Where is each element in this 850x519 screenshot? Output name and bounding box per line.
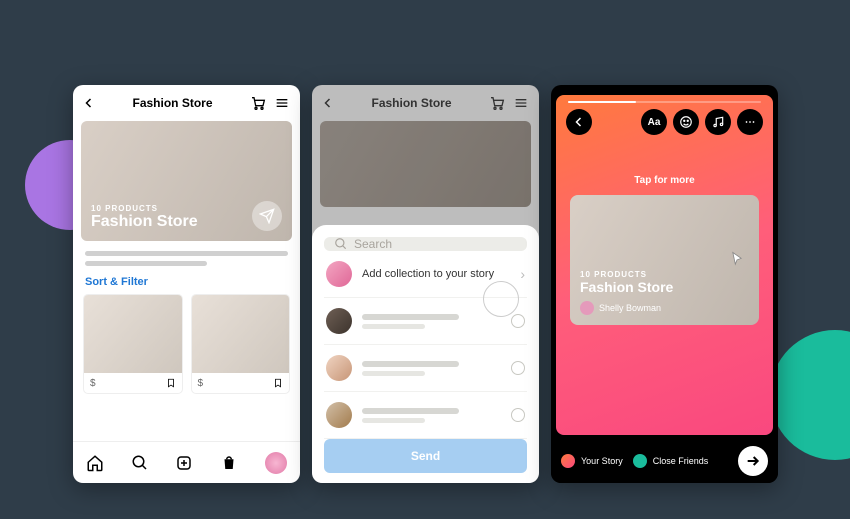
home-icon[interactable] <box>86 454 104 472</box>
product-card[interactable]: $ <box>83 294 183 394</box>
story-bottom-bar: Your Story Close Friends <box>551 439 778 483</box>
text-tool-icon[interactable]: Aa <box>641 109 667 135</box>
your-story-button[interactable]: Your Story <box>561 454 623 468</box>
story-progress-bar <box>568 101 761 103</box>
sticker-icon[interactable] <box>673 109 699 135</box>
product-card[interactable]: $ <box>191 294 291 394</box>
author-name: Shelly Bowman <box>599 303 661 313</box>
chevron-right-icon: › <box>520 266 525 282</box>
cursor-icon <box>727 250 747 270</box>
price-label: $ <box>198 378 204 389</box>
select-radio[interactable] <box>511 361 525 375</box>
more-icon[interactable] <box>737 109 763 135</box>
collection-hero[interactable]: 10 PRODUCTS Fashion Store <box>81 121 292 241</box>
recipient-name-placeholder <box>362 314 501 329</box>
search-placeholder: Search <box>354 237 392 251</box>
bookmark-icon[interactable] <box>166 377 176 389</box>
select-radio[interactable] <box>511 314 525 328</box>
bookmark-icon[interactable] <box>273 377 283 389</box>
cart-icon[interactable] <box>489 95 505 111</box>
tap-hint: Tap for more <box>556 175 773 186</box>
story-background: Aa Tap for more 10 PRODUCTS Fashion Stor… <box>556 95 773 435</box>
back-icon[interactable] <box>322 97 334 109</box>
avatar <box>326 402 352 428</box>
product-grid: $ $ <box>73 294 300 394</box>
select-radio[interactable] <box>511 408 525 422</box>
add-to-story-row[interactable]: Add collection to your story › <box>324 251 527 298</box>
header: Fashion Store <box>312 85 539 121</box>
send-button[interactable]: Send <box>324 439 527 473</box>
bottom-nav <box>73 441 300 483</box>
close-friends-button[interactable]: Close Friends <box>633 454 709 468</box>
search-input[interactable]: Search <box>324 237 527 251</box>
price-label: $ <box>90 378 96 389</box>
product-count: 10 PRODUCTS <box>580 270 749 279</box>
cart-icon[interactable] <box>250 95 266 111</box>
header: Fashion Store <box>73 85 300 121</box>
avatar <box>326 261 352 287</box>
add-story-label: Add collection to your story <box>362 268 510 280</box>
author-avatar <box>580 301 594 315</box>
shop-icon[interactable] <box>220 454 238 472</box>
recipient-row[interactable] <box>324 298 527 345</box>
menu-icon[interactable] <box>513 95 529 111</box>
add-icon[interactable] <box>175 454 193 472</box>
menu-icon[interactable] <box>274 95 290 111</box>
page-title: Fashion Store <box>103 96 242 110</box>
description-placeholder <box>85 251 288 266</box>
profile-avatar[interactable] <box>265 452 287 474</box>
phone-store: Fashion Store 10 PRODUCTS Fashion Store … <box>73 85 300 483</box>
search-icon <box>334 237 348 251</box>
phone-story: Aa Tap for more 10 PRODUCTS Fashion Stor… <box>551 85 778 483</box>
recipient-name-placeholder <box>362 408 501 423</box>
author-row: Shelly Bowman <box>580 301 749 315</box>
recipient-row[interactable] <box>324 392 527 439</box>
product-image <box>192 295 290 373</box>
back-button[interactable] <box>566 109 592 135</box>
collection-hero-dimmed <box>320 121 531 207</box>
search-icon[interactable] <box>131 454 149 472</box>
music-icon[interactable] <box>705 109 731 135</box>
collection-name: Fashion Store <box>580 279 749 295</box>
share-sheet: Search Add collection to your story › <box>312 225 539 483</box>
phone-share: Fashion Store Search Add collection to y… <box>312 85 539 483</box>
next-button[interactable] <box>738 446 768 476</box>
product-image <box>84 295 182 373</box>
page-title: Fashion Store <box>342 96 481 110</box>
avatar <box>326 355 352 381</box>
share-button[interactable] <box>252 201 282 231</box>
sort-filter-button[interactable]: Sort & Filter <box>85 276 288 288</box>
avatar <box>326 308 352 334</box>
back-icon[interactable] <box>83 97 95 109</box>
recipient-row[interactable] <box>324 345 527 392</box>
recipient-name-placeholder <box>362 361 501 376</box>
